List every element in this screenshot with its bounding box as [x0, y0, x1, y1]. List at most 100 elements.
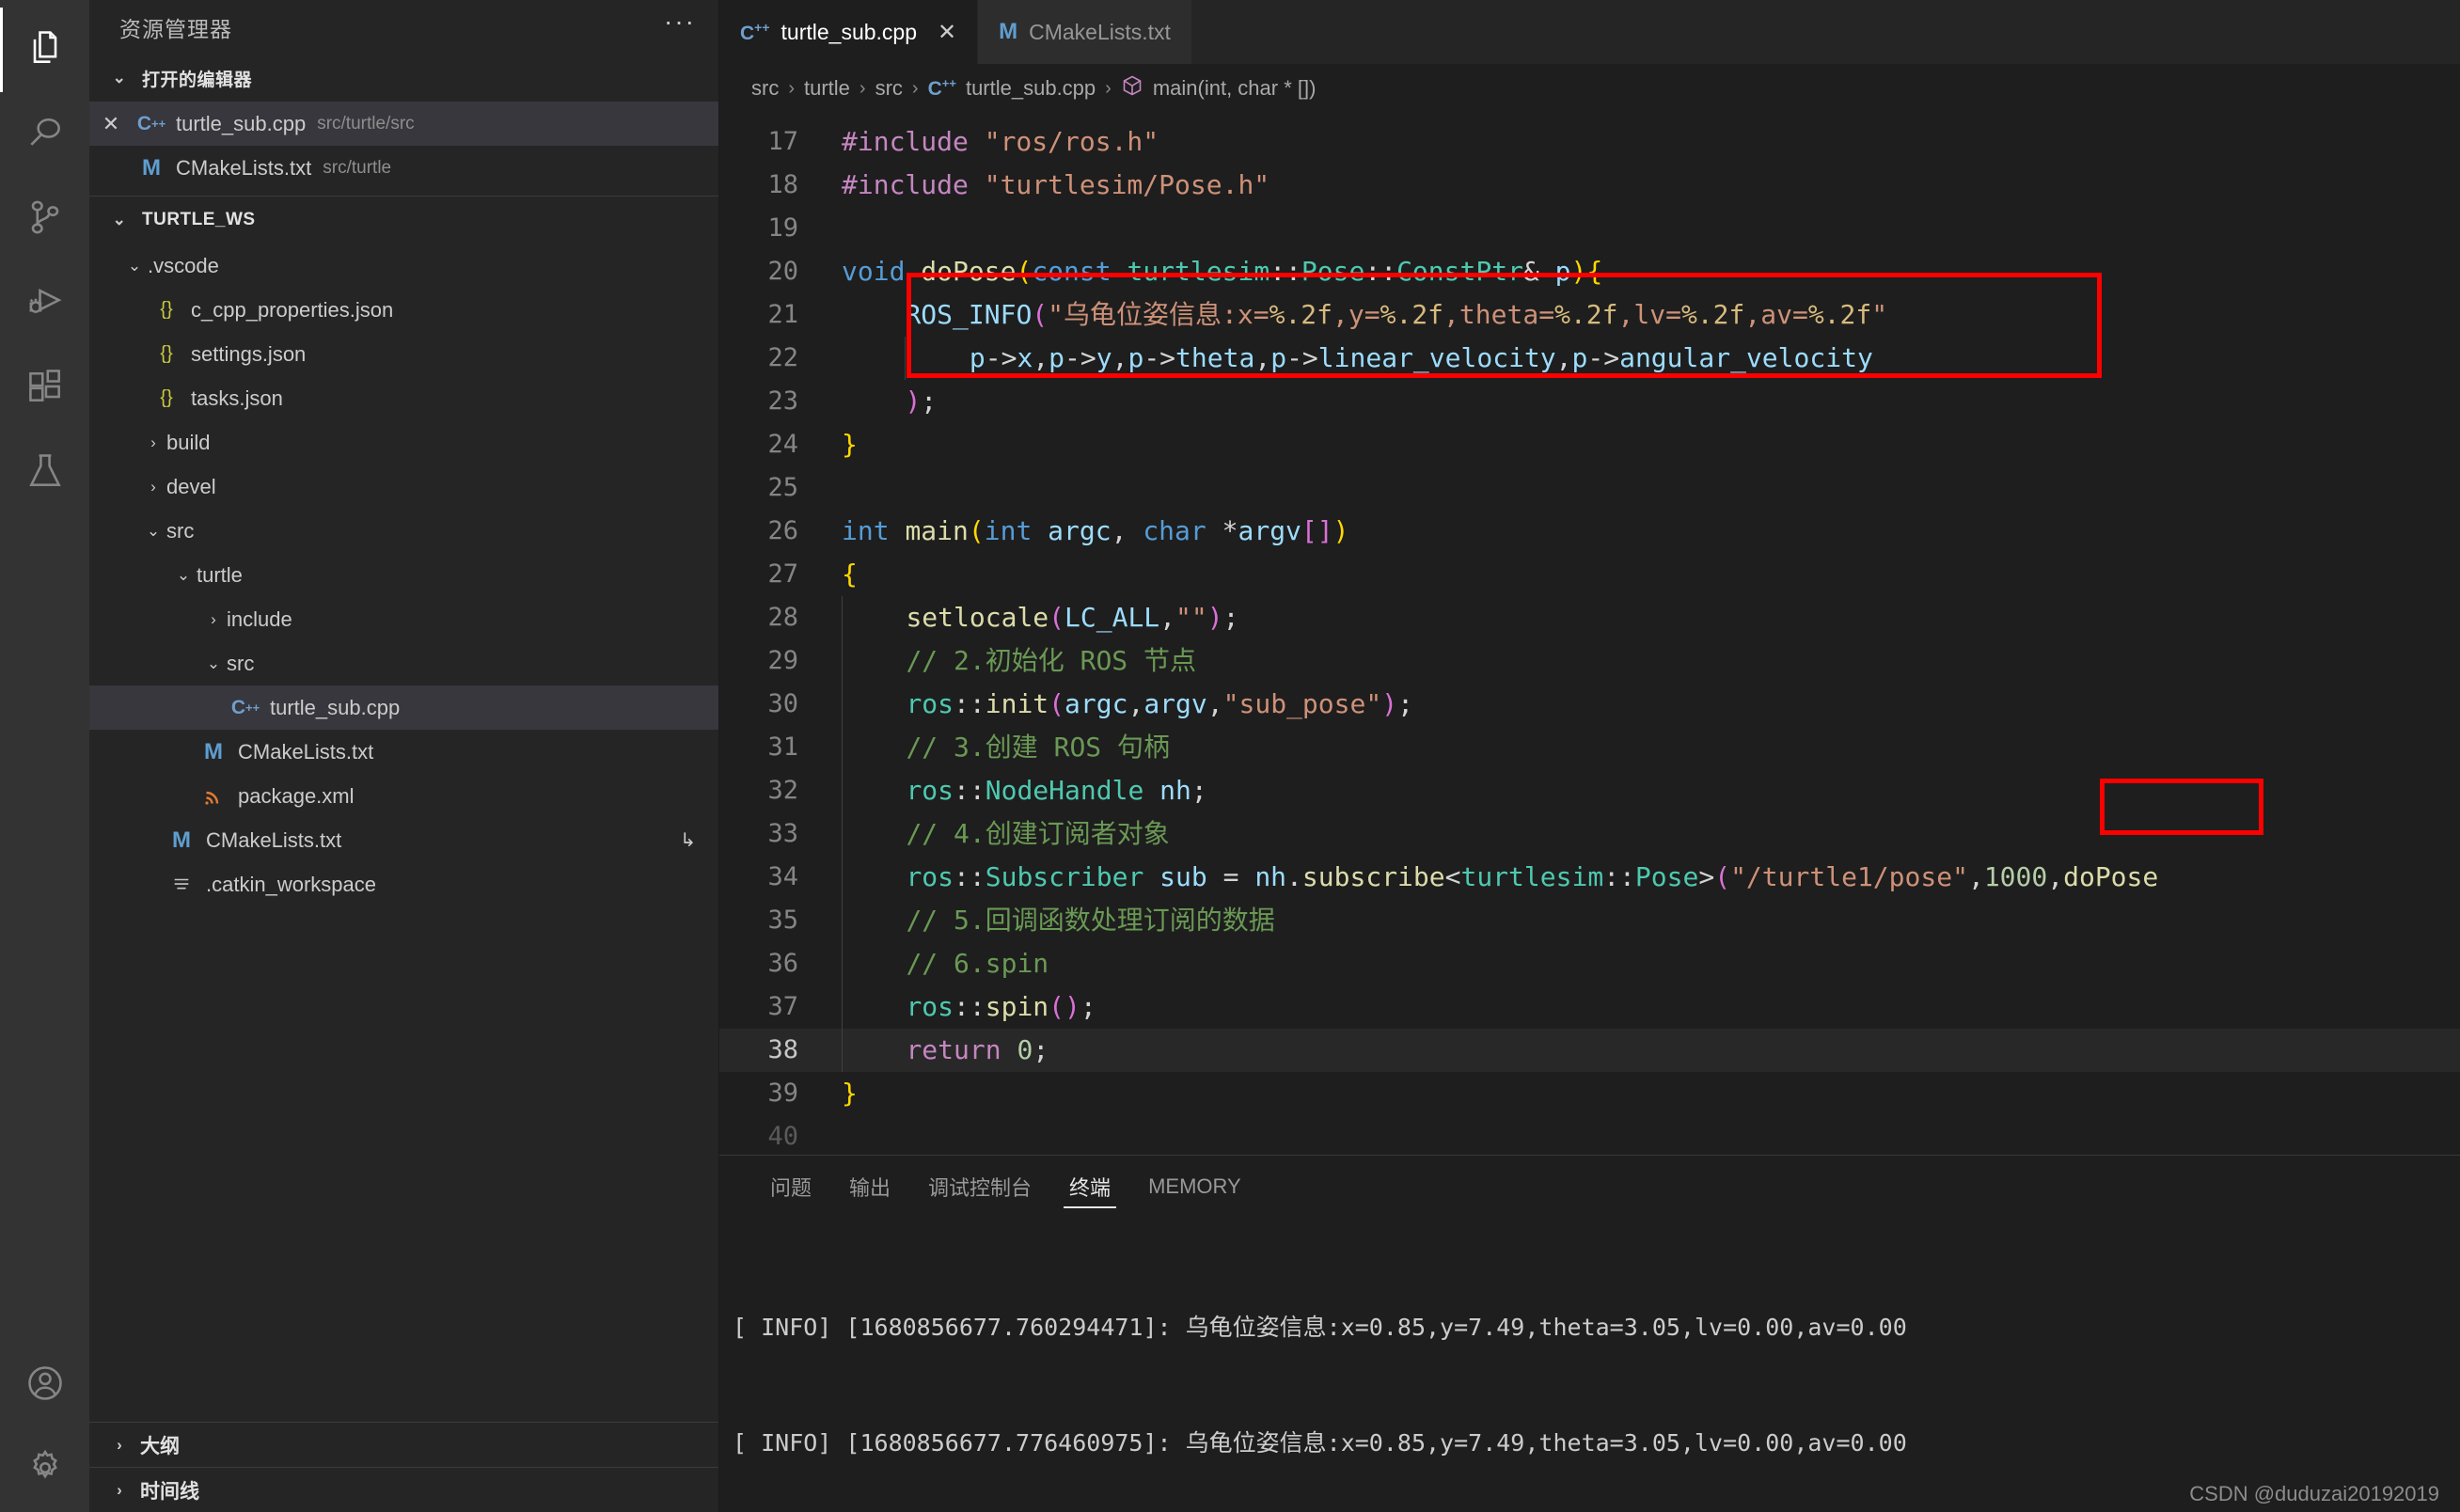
panel-tab-label: MEMORY: [1148, 1174, 1241, 1198]
panel-tab-label: 输出: [849, 1176, 891, 1200]
symlink-icon: ↳: [680, 830, 696, 851]
gear-icon: [24, 1447, 66, 1493]
activity-explorer[interactable]: [0, 8, 89, 92]
activity-extensions[interactable]: [0, 346, 89, 431]
line-content: // 3.创建 ROS 句柄: [842, 726, 2460, 769]
tab-cmakelists-txt[interactable]: M CMakeLists.txt: [978, 0, 1192, 64]
chevron-right-icon: ›: [117, 1480, 122, 1499]
line-content: ROS_INFO("乌龟位姿信息:x=%.2f,y=%.2f,theta=%.2…: [905, 299, 1888, 330]
chevron-right-icon: ›: [859, 77, 866, 99]
panel-tab-output[interactable]: 输出: [830, 1156, 909, 1218]
panel-tab-memory[interactable]: MEMORY: [1129, 1156, 1260, 1218]
tree-item-settings-json[interactable]: {} settings.json: [89, 332, 718, 376]
section-workspace[interactable]: ⌄ TURTLE_WS: [89, 197, 718, 244]
code-line: 39 }: [719, 1072, 2460, 1115]
chevron-down-icon: ⌄: [206, 654, 221, 672]
chevron-down-icon: ⌄: [176, 565, 191, 584]
panel-tab-label: 问题: [770, 1176, 812, 1200]
code-line: 22 p->x,p->y,p->theta,p->linear_velocity…: [719, 337, 2460, 380]
tree-item-tasks-json[interactable]: {} tasks.json: [89, 376, 718, 420]
account-icon: [24, 1362, 66, 1409]
tree-item-devel[interactable]: › devel: [89, 465, 718, 509]
line-content: void doPose(const turtlesim::Pose::Const…: [842, 256, 1603, 287]
line-number: 31: [767, 732, 798, 762]
workspace-label: TURTLE_WS: [142, 210, 256, 229]
tree-item-turtle-src[interactable]: ⌄ src: [89, 641, 718, 685]
section-timeline[interactable]: › 时间线: [89, 1467, 718, 1512]
tree-item-cmakelists-root[interactable]: M CMakeLists.txt ↳: [89, 818, 718, 862]
xml-icon: [195, 785, 232, 808]
code-line: 23 );: [719, 380, 2460, 423]
chevron-right-icon: ›: [1105, 77, 1112, 99]
chevron-right-icon: ›: [911, 77, 919, 99]
activity-run-debug[interactable]: [0, 261, 89, 346]
breadcrumb-item-turtle[interactable]: turtle: [804, 76, 850, 101]
open-editors-label: 打开的编辑器: [142, 70, 253, 90]
activity-source-control[interactable]: [0, 177, 89, 261]
breadcrumb-item-src2[interactable]: src: [875, 76, 903, 101]
code-editor[interactable]: 17 #include "ros/ros.h" 18 #include "tur…: [719, 113, 2460, 1155]
tree-item-build[interactable]: › build: [89, 420, 718, 465]
line-number: 39: [767, 1079, 798, 1108]
tree-item-label: .vscode: [148, 253, 219, 277]
tree-item-cmakelists-turtle[interactable]: M CMakeLists.txt: [89, 730, 718, 774]
line-content: setlocale(LC_ALL,"");: [842, 596, 2460, 639]
tree-item-include[interactable]: › include: [89, 597, 718, 641]
section-outline[interactable]: › 大纲: [89, 1422, 718, 1467]
breadcrumb-item-symbol[interactable]: main(int, char * []): [1153, 76, 1317, 101]
panel-tab-terminal[interactable]: 终端: [1050, 1156, 1129, 1218]
json-icon: {}: [160, 343, 173, 364]
tree-item-catkin-workspace[interactable]: .catkin_workspace: [89, 862, 718, 906]
section-open-editors[interactable]: ⌄ 打开的编辑器: [89, 55, 718, 102]
close-icon[interactable]: ✕: [938, 19, 956, 46]
cmake-icon: M: [204, 738, 223, 764]
panel-tab-debug-console[interactable]: 调试控制台: [909, 1156, 1050, 1218]
cmake-icon: M: [999, 19, 1018, 44]
line-number: 40: [767, 1122, 798, 1151]
open-editor-item[interactable]: M CMakeLists.txt src/turtle: [89, 146, 718, 190]
extensions-icon: [24, 366, 66, 412]
code-line: 30 ros::init(argc,argv,"sub_pose");: [719, 683, 2460, 726]
vscode-window: 资源管理器 ··· ⌄ 打开的编辑器 ✕ C ++ turtle_sub.cpp …: [0, 0, 2460, 1512]
beaker-icon: [24, 450, 66, 496]
tab-turtle-sub-cpp[interactable]: C++ turtle_sub.cpp ✕: [719, 0, 979, 64]
line-content: // 2.初始化 ROS 节点: [842, 639, 2460, 683]
line-content: // 5.回调函数处理订阅的数据: [842, 899, 2460, 942]
code-line: 28 setlocale(LC_ALL,"");: [719, 596, 2460, 639]
code-line: 21 ROS_INFO("乌龟位姿信息:x=%.2f,y=%.2f,theta=…: [719, 293, 2460, 337]
tree-item-c-cpp-properties[interactable]: {} c_cpp_properties.json: [89, 288, 718, 332]
tree-item-label: CMakeLists.txt: [238, 739, 374, 764]
tree-item-src[interactable]: ⌄ src: [89, 509, 718, 553]
tree-item-turtle-sub-cpp[interactable]: C ++ turtle_sub.cpp: [89, 685, 718, 730]
panel-tab-problems[interactable]: 问题: [751, 1156, 830, 1218]
more-actions-icon[interactable]: ···: [664, 7, 696, 48]
open-editor-item[interactable]: ✕ C ++ turtle_sub.cpp src/turtle/src: [89, 102, 718, 146]
line-number: 32: [767, 776, 798, 805]
tree-item-package-xml[interactable]: package.xml: [89, 774, 718, 818]
tree-item-label: src: [166, 518, 195, 543]
tree-item-turtle[interactable]: ⌄ turtle: [89, 553, 718, 597]
code-line: 32 ros::NodeHandle nh;: [719, 769, 2460, 812]
terminal-output[interactable]: [ INFO] [1680856677.760294471]: 乌龟位姿信息:x…: [719, 1218, 2460, 1512]
line-content: ros::spin();: [842, 985, 2460, 1029]
editor-tabs: C++ turtle_sub.cpp ✕ M CMakeLists.txt: [719, 0, 2460, 64]
activity-accounts[interactable]: [0, 1343, 89, 1427]
activity-settings[interactable]: [0, 1427, 89, 1512]
line-content: int main(int argc, char *argv[]): [842, 515, 1349, 546]
breadcrumb-item-src[interactable]: src: [751, 76, 779, 101]
activity-search[interactable]: [0, 92, 89, 177]
line-content: p->x,p->y,p->theta,p->linear_velocity,p-…: [842, 337, 2460, 380]
line-number: 25: [767, 473, 798, 502]
code-line: 18 #include "turtlesim/Pose.h": [719, 164, 2460, 207]
tree-item-vscode[interactable]: ⌄ .vscode: [89, 244, 718, 288]
sidebar: 资源管理器 ··· ⌄ 打开的编辑器 ✕ C ++ turtle_sub.cpp …: [89, 0, 719, 1512]
line-number: 34: [767, 862, 798, 891]
activity-testing[interactable]: [0, 431, 89, 515]
line-number: 30: [767, 689, 798, 718]
json-icon: {}: [160, 387, 173, 408]
breadcrumb-item-file[interactable]: turtle_sub.cpp: [966, 76, 1096, 101]
close-icon[interactable]: ✕: [89, 112, 133, 136]
code-line: 17 #include "ros/ros.h": [719, 120, 2460, 164]
code-line: 26 int main(int argc, char *argv[]): [719, 510, 2460, 553]
line-number: 23: [767, 386, 798, 416]
